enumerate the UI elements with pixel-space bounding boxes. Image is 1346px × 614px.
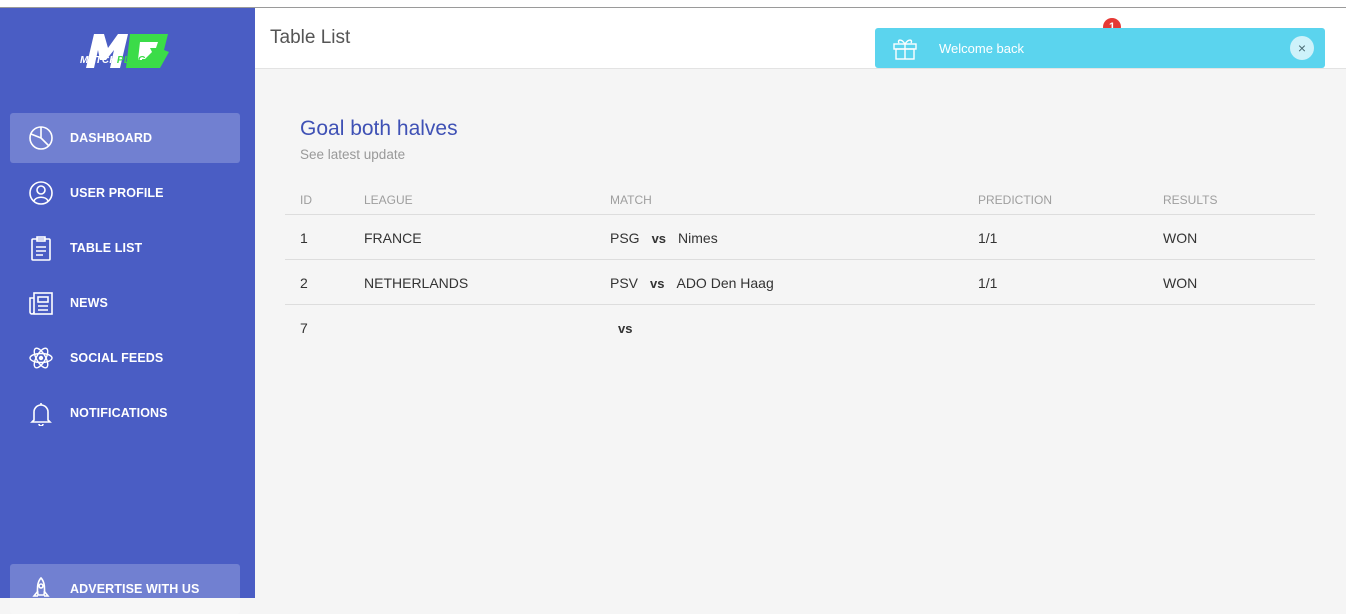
- sidebar-item-label: NOTIFICATIONS: [70, 406, 168, 420]
- cell-result: WON: [1163, 230, 1198, 246]
- cell-id: 2: [300, 275, 308, 291]
- sidebar-item-user-profile[interactable]: USER PROFILE: [10, 168, 240, 218]
- vs-label: vs: [651, 231, 667, 246]
- sidebar-item-table-list[interactable]: TABLE LIST: [10, 223, 240, 273]
- column-header-id: ID: [300, 193, 312, 207]
- vs-label: vs: [618, 321, 633, 336]
- advertise-button[interactable]: ADVERTISE WITH US: [10, 564, 240, 614]
- cell-prediction: 1/1: [978, 275, 998, 291]
- column-header-league: LEAGUE: [364, 193, 413, 207]
- atom-icon: [26, 343, 56, 373]
- welcome-toast: Welcome back ×: [875, 28, 1325, 68]
- home-team: PSG: [610, 230, 640, 246]
- sidebar-item-label: SOCIAL FEEDS: [70, 351, 164, 365]
- sidebar-item-news[interactable]: NEWS: [10, 278, 240, 328]
- cell-match: PSV vs ADO Den Haag: [610, 275, 774, 291]
- sidebar-item-label: TABLE LIST: [70, 241, 143, 255]
- newspaper-icon: [26, 288, 56, 318]
- card-subtitle: See latest update: [300, 147, 406, 162]
- rocket-icon: [26, 574, 56, 604]
- column-header-prediction: PREDICTION: [978, 193, 1053, 207]
- sidebar-item-dashboard[interactable]: DASHBOARD: [10, 113, 240, 163]
- cell-league: NETHERLANDS: [364, 275, 469, 291]
- sidebar: MATCHPLUG DASHBOARD USER PROFILE TABLE L…: [0, 8, 255, 614]
- matchplug-logo: [86, 34, 169, 68]
- user-icon: [26, 178, 56, 208]
- cell-match: PSG vs Nimes: [610, 230, 718, 246]
- table-row[interactable]: 2 NETHERLANDS PSV vs ADO Den Haag 1/1 WON: [285, 260, 1315, 305]
- column-header-results: RESULTS: [1163, 193, 1218, 207]
- sidebar-item-social-feeds[interactable]: SOCIAL FEEDS: [10, 333, 240, 383]
- top-border: [0, 0, 1346, 8]
- cell-prediction: 1/1: [978, 230, 998, 246]
- sidebar-item-label: NEWS: [70, 296, 108, 310]
- cell-id: 7: [300, 320, 308, 336]
- sidebar-item-label: DASHBOARD: [70, 131, 153, 145]
- vs-label: vs: [650, 276, 665, 291]
- close-icon[interactable]: ×: [1290, 36, 1314, 60]
- page-title: Table List: [270, 27, 351, 48]
- table-row[interactable]: 1 FRANCE PSG vs Nimes 1/1 WON: [285, 215, 1315, 260]
- table-header: ID LEAGUE MATCH PREDICTION RESULTS: [285, 184, 1315, 215]
- gift-icon: [893, 39, 917, 60]
- sidebar-item-label: USER PROFILE: [70, 186, 164, 200]
- logo-wordmark: MATCHPLUG: [80, 55, 146, 66]
- cell-id: 1: [300, 230, 308, 246]
- sidebar-item-notifications[interactable]: NOTIFICATIONS: [10, 388, 240, 438]
- column-header-match: MATCH: [610, 193, 652, 207]
- cell-result: WON: [1163, 275, 1198, 291]
- cell-match: vs: [618, 320, 632, 336]
- bell-icon: [26, 398, 56, 428]
- away-team: ADO Den Haag: [676, 275, 774, 291]
- away-team: Nimes: [678, 230, 718, 246]
- cell-league: FRANCE: [364, 230, 422, 246]
- pie-chart-icon: [26, 123, 56, 153]
- toast-message: Welcome back: [939, 40, 1025, 56]
- home-team: PSV: [610, 275, 639, 291]
- table-row[interactable]: 7 vs: [285, 305, 1315, 350]
- clipboard-icon: [26, 233, 56, 263]
- advertise-label: ADVERTISE WITH US: [70, 582, 200, 596]
- card-title: Goal both halves: [300, 117, 458, 140]
